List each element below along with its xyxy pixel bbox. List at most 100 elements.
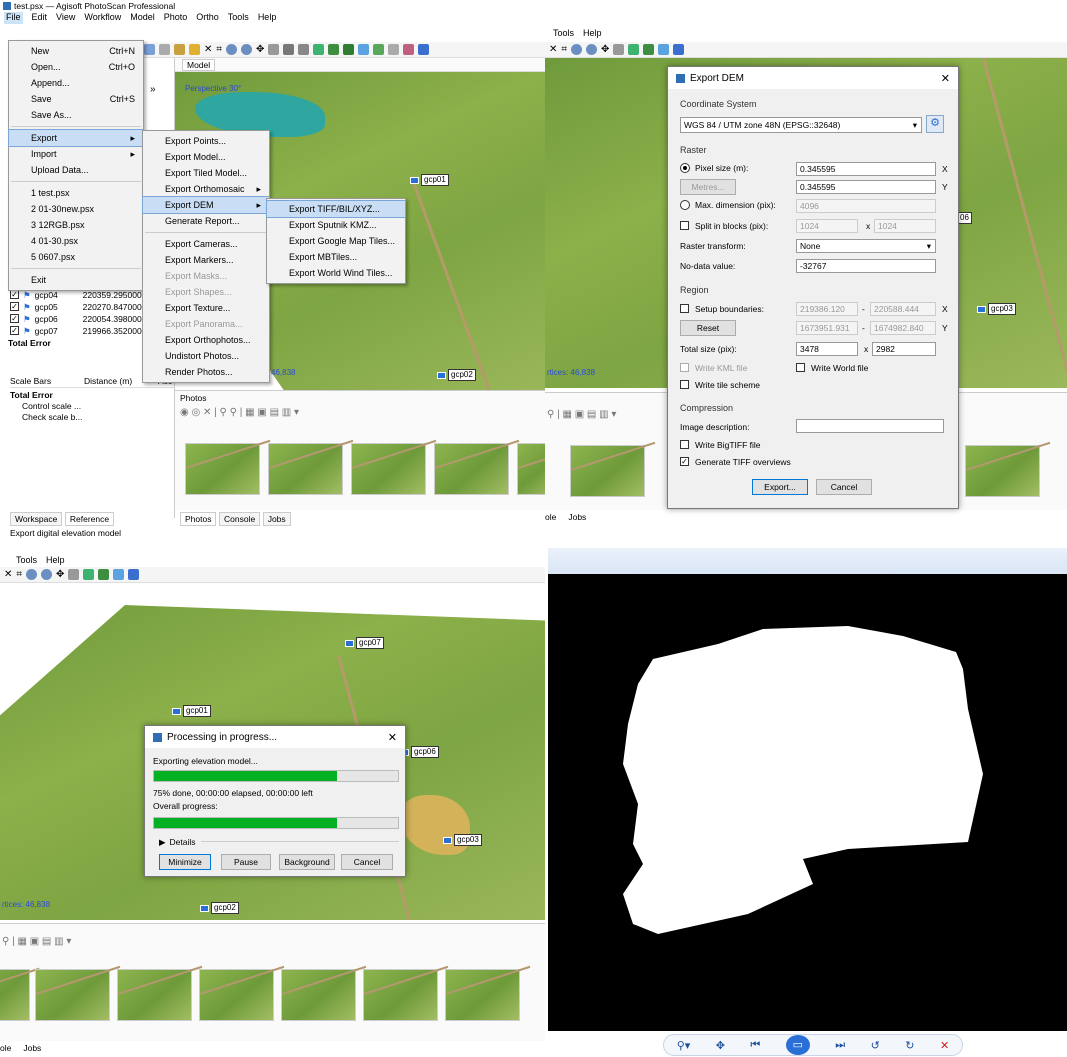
chevron[interactable]: » — [150, 84, 156, 95]
export-button[interactable]: Export... — [752, 479, 808, 495]
zoom-in-icon[interactable] — [226, 44, 238, 55]
zoom-in-icon[interactable] — [26, 569, 38, 580]
prev-icon[interactable]: ⏮ — [750, 1039, 760, 1052]
raster-transform-select[interactable]: None ▾ — [796, 239, 936, 253]
markers-icon[interactable] — [403, 44, 415, 55]
menu-item-undistort[interactable]: Undistort Photos... — [143, 348, 269, 364]
background-button[interactable]: Background — [279, 854, 335, 870]
split-checkbox[interactable] — [680, 221, 689, 230]
menu-item-recent[interactable]: 3 12RGB.psx — [9, 217, 143, 233]
tab-photos[interactable]: Photos — [180, 512, 217, 526]
checkbox[interactable]: ✓ — [10, 290, 19, 299]
wireframe-icon[interactable] — [343, 44, 355, 55]
tab-jobs[interactable]: Jobs — [262, 512, 291, 526]
tab-reference[interactable]: Reference — [64, 512, 115, 526]
gcp-marker[interactable]: gcp03 — [443, 834, 482, 846]
gcp-marker[interactable]: 06 — [957, 212, 972, 224]
crs-select[interactable]: WGS 84 / UTM zone 48N (EPSG::32648) ▾ — [680, 117, 922, 133]
menu-item-export-tiled[interactable]: Export Tiled Model... — [143, 165, 269, 181]
gcp-marker[interactable]: gcp01 — [410, 174, 449, 186]
menu-item-export-cameras[interactable]: Export Cameras... — [143, 236, 269, 252]
close-icon[interactable]: ✕ — [388, 731, 397, 744]
checkbox[interactable]: ✓ — [10, 326, 19, 335]
menu-edit[interactable]: Edit — [32, 12, 48, 24]
menu-help[interactable]: Help — [583, 28, 602, 38]
pixel-size-x[interactable]: 0.345595 — [796, 162, 936, 176]
photo-thumbnail[interactable] — [363, 969, 438, 1021]
gcp-marker[interactable]: gcp02 — [437, 369, 476, 381]
menu-item-recent[interactable]: 1 test.psx — [9, 185, 143, 201]
pan-icon[interactable]: ✥ — [716, 1039, 725, 1052]
scale-item[interactable]: Control scale ... — [22, 401, 81, 411]
close-icon[interactable]: ✕ — [941, 72, 950, 85]
textured-icon[interactable] — [358, 44, 370, 55]
minimize-button[interactable]: Minimize — [159, 854, 211, 870]
checkbox[interactable]: ✓ — [10, 314, 19, 323]
shaded-icon[interactable] — [628, 44, 640, 55]
zoom-out-icon[interactable] — [586, 44, 598, 55]
zoom-out-icon[interactable] — [241, 44, 253, 55]
menu-item-open[interactable]: Open... Ctrl+O — [9, 59, 143, 75]
rotate-left-icon[interactable]: ↺ — [871, 1039, 880, 1052]
photo-thumbnail[interactable] — [351, 443, 426, 495]
menu-item-export-worldwind[interactable]: Export World Wind Tiles... — [267, 265, 405, 281]
select-icon[interactable] — [144, 44, 155, 55]
cancel-button[interactable]: Cancel — [341, 854, 393, 870]
split-width[interactable]: 1024 — [796, 219, 858, 233]
max-dimension-input[interactable]: 4096 — [796, 199, 936, 213]
total-height[interactable]: 2982 — [872, 342, 936, 356]
crs-settings-icon[interactable]: ⚙ — [926, 115, 944, 133]
menu-item-export-markers[interactable]: Export Markers... — [143, 252, 269, 268]
photo-thumbnail[interactable] — [570, 445, 645, 497]
menu-file[interactable]: File — [4, 12, 23, 24]
total-width[interactable]: 3478 — [796, 342, 858, 356]
menu-item-exit[interactable]: Exit — [9, 272, 143, 288]
points-icon[interactable] — [268, 44, 280, 55]
photo-thumbnail[interactable] — [965, 445, 1040, 497]
setup-boundaries-checkbox[interactable] — [680, 304, 689, 313]
zoom-icon[interactable]: ⚲▾ — [677, 1039, 691, 1052]
zoom-out-icon[interactable] — [41, 569, 53, 580]
menu-item-export-google[interactable]: Export Google Map Tiles... — [267, 233, 405, 249]
photo-thumbnail[interactable] — [281, 969, 356, 1021]
move-icon[interactable]: ✥ — [56, 569, 64, 580]
menu-item-export-tiff[interactable]: Export TIFF/BIL/XYZ... — [266, 200, 406, 218]
menu-workflow[interactable]: Workflow — [84, 12, 121, 24]
split-height[interactable]: 1024 — [874, 219, 936, 233]
menu-help[interactable]: Help — [46, 555, 65, 565]
menu-item-upload[interactable]: Upload Data... — [9, 162, 143, 178]
menu-item-append[interactable]: Append... — [9, 75, 143, 91]
gcp-marker[interactable]: gcp03 — [977, 303, 1016, 315]
menu-photo[interactable]: Photo — [164, 12, 188, 24]
menu-item-import[interactable]: Import ▸ — [9, 146, 143, 162]
move-icon[interactable]: ✥ — [256, 44, 264, 55]
crop-icon[interactable]: ⌗ — [16, 569, 22, 580]
delete-icon[interactable]: ✕ — [549, 44, 557, 55]
photo-thumbnail[interactable] — [185, 443, 260, 495]
menu-help[interactable]: Help — [258, 12, 277, 24]
menu-item-export-model[interactable]: Export Model... — [143, 149, 269, 165]
photo-thumbnail[interactable] — [517, 443, 545, 495]
menu-tools[interactable]: Tools — [553, 28, 574, 38]
brush-icon[interactable] — [189, 44, 200, 55]
max-dimension-radio[interactable] — [680, 200, 690, 210]
rotate-right-icon[interactable]: ↻ — [905, 1039, 914, 1052]
world-file-checkbox[interactable] — [796, 363, 805, 372]
boundary-x-min[interactable]: 219386.120 — [796, 302, 858, 316]
boundary-y-min[interactable]: 1673951.931 — [796, 321, 858, 335]
bigtiff-checkbox[interactable] — [680, 440, 689, 449]
crop-icon[interactable]: ⌗ — [561, 44, 567, 55]
details-toggle[interactable]: ▶ Details — [159, 837, 196, 848]
solid-icon[interactable] — [98, 569, 110, 580]
gcp-marker[interactable]: gcp07 — [345, 637, 384, 649]
tiled-icon[interactable] — [373, 44, 385, 55]
tab-console[interactable]: Console — [218, 512, 261, 526]
menu-ortho[interactable]: Ortho — [196, 12, 219, 24]
flag-icon[interactable] — [418, 44, 430, 55]
photo-thumbnail[interactable] — [117, 969, 192, 1021]
camera-icon[interactable] — [388, 44, 400, 55]
crop-icon[interactable]: ⌗ — [216, 44, 222, 55]
photo-thumbnail[interactable] — [434, 443, 509, 495]
photo-thumbnail[interactable] — [199, 969, 274, 1021]
points-icon[interactable] — [613, 44, 625, 55]
